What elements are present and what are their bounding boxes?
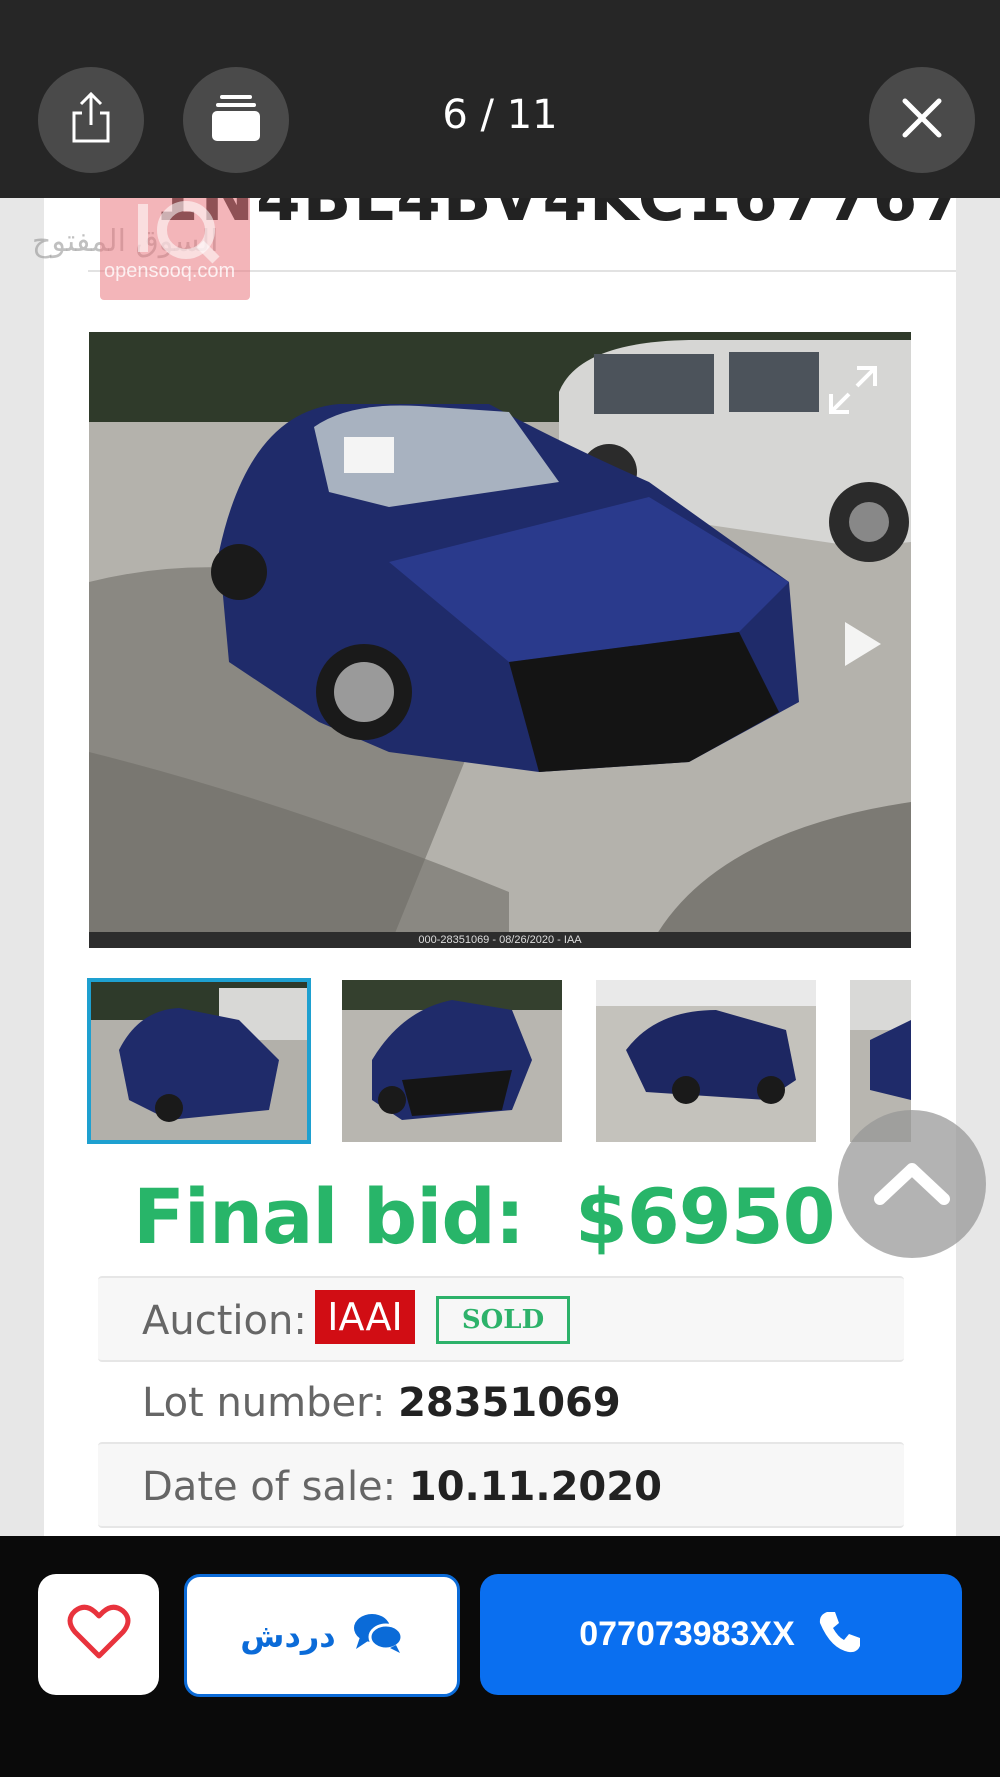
phone-number: 077073983XX xyxy=(579,1615,795,1653)
listing-screenshot: 1N4BL4BV4KC167767 السوق المفتوح opensooq… xyxy=(0,198,1000,1536)
gallery-stack-icon xyxy=(210,93,262,148)
watermark-logo-text: opensooq.com xyxy=(104,260,236,282)
call-button[interactable]: 077073983XX xyxy=(480,1574,962,1695)
chevron-up-icon xyxy=(872,1157,952,1212)
opensooq-watermark xyxy=(100,198,250,300)
next-photo-arrow-icon[interactable] xyxy=(845,622,881,666)
auction-badge: IAAI xyxy=(315,1290,415,1344)
final-bid: Final bid: $6950 xyxy=(133,1172,835,1261)
sold-badge: SOLD xyxy=(436,1296,570,1344)
photo-caption: 000-28351069 - 08/26/2020 - IAA xyxy=(89,932,911,948)
share-button[interactable] xyxy=(38,67,144,173)
thumbnail-image xyxy=(342,980,562,1142)
expand-icon[interactable] xyxy=(823,360,883,420)
chat-button[interactable]: دردش xyxy=(184,1574,460,1697)
auction-row: Auction: IAAI SOLD xyxy=(98,1276,904,1362)
chat-bubbles-icon xyxy=(352,1611,404,1660)
thumbnail-3[interactable] xyxy=(596,980,816,1142)
date-of-sale-row: Date of sale: 10.11.2020 xyxy=(98,1442,904,1528)
lot-number-label: Lot number: xyxy=(142,1380,386,1426)
lot-number-value: 28351069 xyxy=(398,1380,621,1426)
heart-icon xyxy=(67,1604,131,1665)
vin-heading: 1N4BL4BV4KC167767 xyxy=(154,198,966,236)
gallery-stack-button[interactable] xyxy=(183,67,289,173)
thumbnail-image xyxy=(89,980,309,1142)
thumbnail-image xyxy=(596,980,816,1142)
thumbnail-2[interactable] xyxy=(342,980,562,1142)
close-button[interactable] xyxy=(869,67,975,173)
close-icon xyxy=(901,97,943,144)
thumbnail-1[interactable] xyxy=(87,978,311,1144)
main-car-photo[interactable]: 000-28351069 - 08/26/2020 - IAA xyxy=(89,332,911,948)
final-bid-value: $6950 xyxy=(575,1172,835,1261)
bottom-action-bar: دردش 077073983XX xyxy=(0,1536,1000,1777)
date-of-sale-text: Date of sale: 10.11.2020 xyxy=(142,1464,662,1510)
date-of-sale-label: Date of sale: xyxy=(142,1464,397,1510)
viewer-top-bar: 6 / 11 xyxy=(0,0,1000,198)
share-icon xyxy=(68,91,114,150)
image-counter: 6 / 11 xyxy=(442,92,558,138)
scroll-to-top-button[interactable] xyxy=(838,1110,986,1258)
lot-number-text: Lot number: 28351069 xyxy=(142,1380,621,1426)
date-of-sale-value: 10.11.2020 xyxy=(408,1464,662,1510)
auction-label: Auction: xyxy=(142,1298,307,1344)
car-photo-image xyxy=(89,332,911,948)
lot-number-row: Lot number: 28351069 xyxy=(98,1360,904,1442)
phone-icon xyxy=(817,1609,863,1660)
final-bid-label: Final bid: xyxy=(133,1172,525,1261)
chat-label: دردش xyxy=(240,1616,336,1655)
favorite-button[interactable] xyxy=(38,1574,159,1695)
